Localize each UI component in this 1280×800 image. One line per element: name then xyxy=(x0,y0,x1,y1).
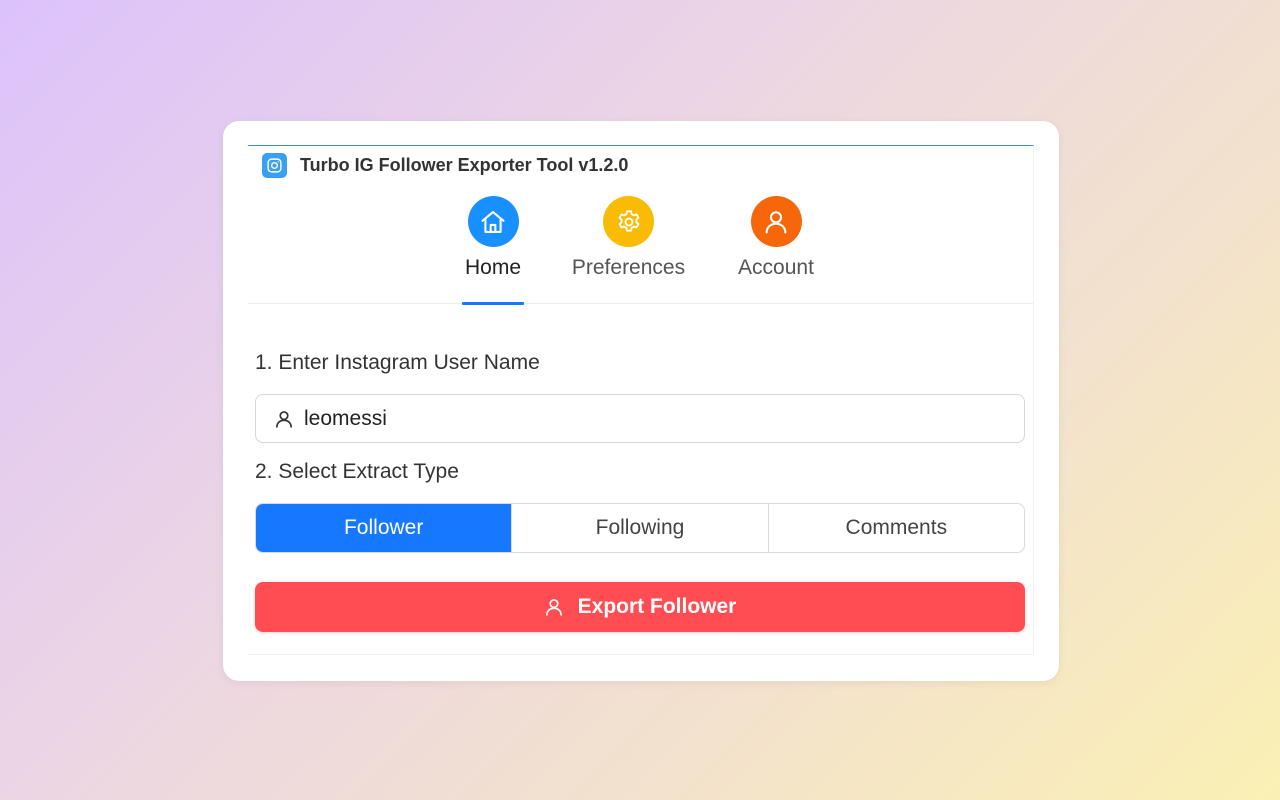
tab-account-label: Account xyxy=(738,256,814,279)
option-follower[interactable]: Follower xyxy=(256,504,512,552)
export-button[interactable]: Export Follower xyxy=(255,582,1025,632)
tab-home-label: Home xyxy=(464,256,522,279)
home-icon xyxy=(467,196,519,247)
export-button-label: Export Follower xyxy=(577,595,737,618)
app-title: Turbo IG Follower Exporter Tool v1.2.0 xyxy=(300,154,629,175)
main-card: Turbo IG Follower Exporter Tool v1.2.0 H… xyxy=(223,121,1059,681)
active-tab-indicator xyxy=(462,302,524,305)
gear-icon xyxy=(603,196,654,247)
user-icon xyxy=(544,597,564,617)
tab-preferences-label: Preferences xyxy=(571,256,686,279)
user-icon xyxy=(750,196,802,247)
tab-home[interactable]: Home xyxy=(462,196,524,305)
username-field[interactable] xyxy=(255,394,1025,443)
extension-panel: Turbo IG Follower Exporter Tool v1.2.0 H… xyxy=(248,145,1034,655)
option-following[interactable]: Following xyxy=(511,504,767,552)
username-input[interactable] xyxy=(302,405,986,432)
username-label: 1. Enter Instagram User Name xyxy=(255,351,540,374)
tab-preferences[interactable]: Preferences xyxy=(571,196,686,304)
instagram-icon xyxy=(262,152,287,178)
tab-account[interactable]: Account xyxy=(734,196,818,304)
extract-type-label: 2. Select Extract Type xyxy=(255,460,459,483)
tab-bar: Home Preferences Account xyxy=(248,196,1033,305)
title-bar: Turbo IG Follower Exporter Tool v1.2.0 xyxy=(262,152,628,178)
extract-type-selector: Follower Following Comments xyxy=(255,503,1025,553)
option-comments[interactable]: Comments xyxy=(767,504,1024,552)
user-icon xyxy=(274,409,294,429)
